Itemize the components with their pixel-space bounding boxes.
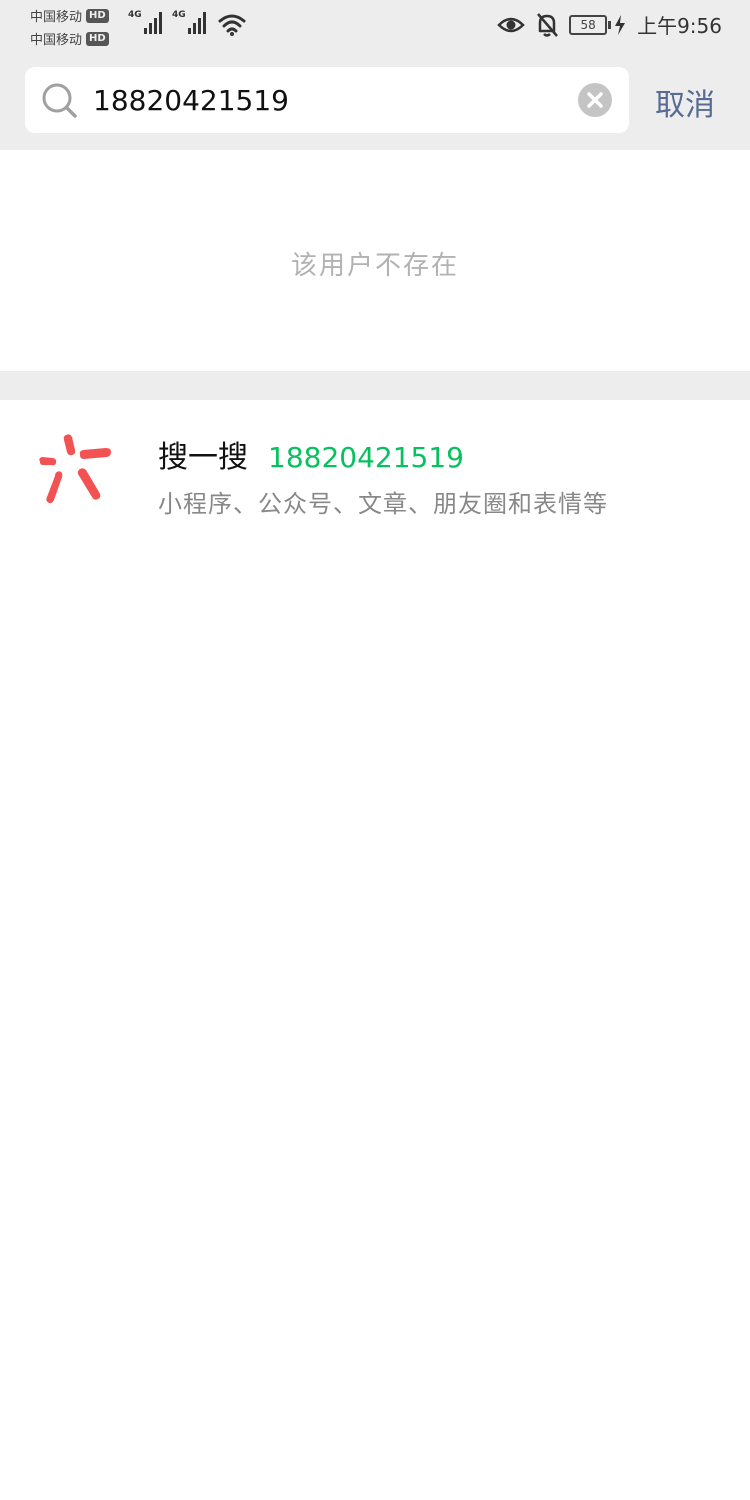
status-bar: 中国移动 HD 中国移动 HD 4G 4G 58 上午9:56	[0, 0, 750, 52]
sousou-label: 搜一搜	[158, 440, 248, 475]
clock: 上午9:56	[637, 14, 722, 38]
carrier-2-label: 中国移动	[30, 33, 83, 48]
clear-icon[interactable]	[578, 83, 612, 117]
sousou-entry[interactable]: 搜一搜 18820421519 小程序、公众号、文章、朋友圈和表情等	[0, 400, 750, 540]
network-type-1: 4G	[128, 10, 142, 20]
search-icon	[42, 83, 77, 118]
signal-2-icon: 4G	[172, 10, 206, 34]
wifi-icon	[218, 14, 246, 36]
carrier-1: 中国移动 HD	[30, 6, 109, 25]
charging-icon	[615, 14, 626, 35]
cancel-button[interactable]: 取消	[655, 80, 715, 124]
eye-icon	[497, 17, 525, 32]
bell-off-icon	[537, 12, 559, 37]
hd-badge-2: HD	[86, 31, 109, 46]
carrier-1-label: 中国移动	[30, 10, 83, 25]
network-type-2: 4G	[172, 10, 186, 20]
sousou-query: 18820421519	[268, 441, 464, 474]
sousou-description: 小程序、公众号、文章、朋友圈和表情等	[158, 490, 608, 518]
battery-icon: 58	[569, 14, 627, 36]
carrier-2: 中国移动 HD	[30, 29, 109, 48]
not-exist-message: 该用户不存在	[290, 251, 459, 281]
signal-1-icon: 4G	[128, 10, 162, 34]
search-box[interactable]	[25, 67, 629, 133]
status-right: 58 上午9:56	[497, 10, 722, 39]
not-exist-section: 该用户不存在	[0, 150, 750, 371]
section-divider	[0, 371, 750, 400]
hd-badge-1: HD	[86, 8, 109, 23]
sousou-title: 搜一搜 18820421519	[158, 432, 464, 476]
sousou-logo-icon	[39, 434, 111, 504]
battery-level: 58	[569, 14, 608, 35]
search-input[interactable]	[93, 67, 563, 133]
